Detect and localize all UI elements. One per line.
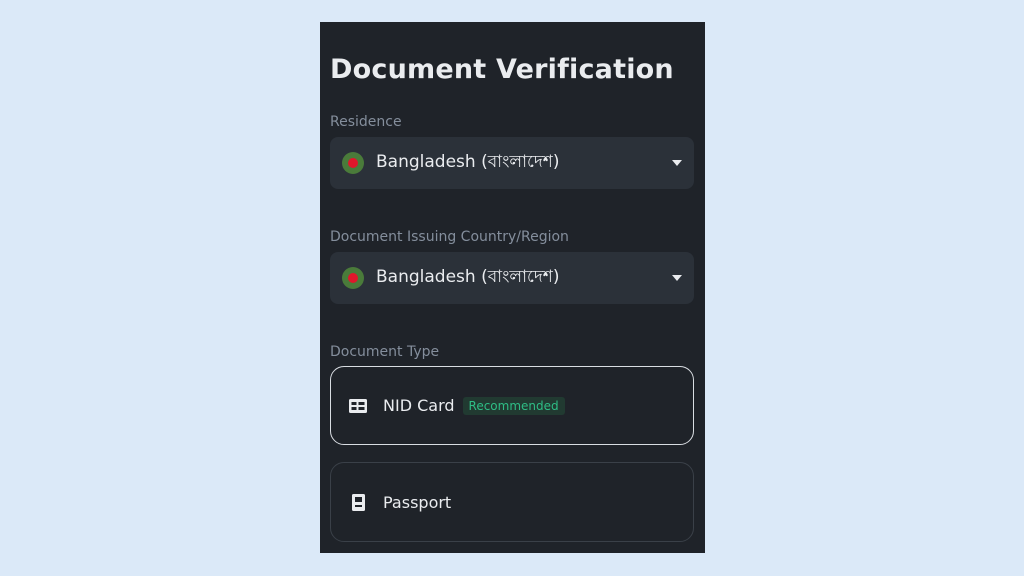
document-option-passport[interactable]: Passport [330, 462, 694, 542]
document-option-nid-card[interactable]: NID Card Recommended [330, 366, 694, 445]
document-option-label: Passport [383, 492, 452, 512]
recommended-badge: Recommended [462, 396, 565, 415]
issuing-country-value: Bangladesh (বাংলাদেশ) [376, 267, 560, 287]
residence-value: Bangladesh (বাংলাদেশ) [376, 152, 560, 172]
chevron-down-icon [672, 275, 682, 281]
chevron-down-icon [672, 160, 682, 166]
issuing-country-select[interactable]: Bangladesh (বাংলাদেশ) [330, 252, 694, 304]
bangladesh-flag-icon [342, 267, 364, 289]
passport-icon [349, 493, 367, 511]
residence-label: Residence [330, 114, 402, 130]
id-card-icon [349, 397, 367, 415]
residence-select[interactable]: Bangladesh (বাংলাদেশ) [330, 137, 694, 189]
issuing-country-label: Document Issuing Country/Region [330, 229, 569, 245]
bangladesh-flag-icon [342, 152, 364, 174]
document-type-label: Document Type [330, 344, 440, 360]
document-option-label: NID Card [383, 396, 455, 415]
page-title: Document Verification [330, 54, 674, 85]
verification-screen: Document Verification Residence Banglade… [320, 22, 705, 553]
